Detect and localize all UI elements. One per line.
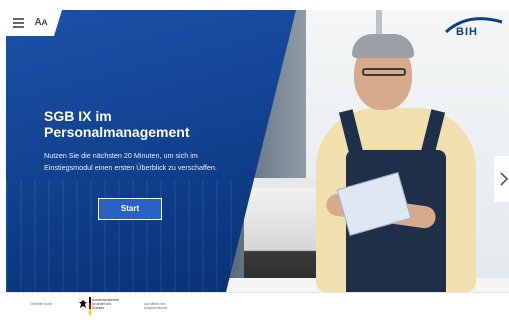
page-title: SGB IX im Personalmanagement [44, 108, 190, 140]
chevron-right-icon [500, 172, 509, 186]
logo-text: BIH [456, 26, 478, 38]
person-with-document [306, 30, 486, 292]
hero-stage: Aᴀ BIH SGB IX im Personalmanagement Nutz… [6, 10, 509, 292]
funding-note: Gefördert durch: [30, 302, 54, 306]
intro-text: Nutzen Sie die nächsten 20 Minuten, um s… [44, 151, 217, 172]
font-size-button[interactable]: Aᴀ [32, 14, 50, 32]
fund-note: aus Mitteln des Ausgleichsfonds [144, 302, 168, 310]
ministry-label: Bundesministerium für Arbeit und Soziale… [92, 298, 120, 310]
top-toolbar: Aᴀ [6, 10, 62, 36]
bih-logo: BIH [432, 12, 504, 44]
panel-texture [6, 180, 236, 292]
footer: Gefördert durch: Bundesministerium für A… [0, 292, 509, 322]
start-button[interactable]: Start [98, 198, 162, 220]
federal-eagle-icon [79, 300, 87, 308]
hamburger-menu-icon[interactable] [11, 16, 27, 30]
next-slide-button[interactable] [494, 156, 509, 202]
german-flag-bar [89, 297, 91, 315]
